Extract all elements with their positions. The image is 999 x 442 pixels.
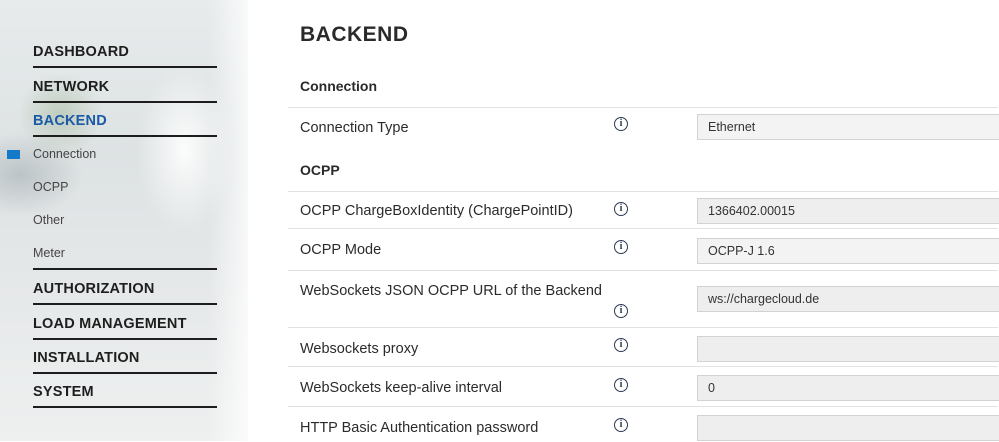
field-label: OCPP Mode (300, 242, 382, 258)
sidebar-subitem-meter[interactable]: Meter (33, 246, 65, 260)
connection-type-select[interactable]: Ethernet ⬍ (697, 114, 999, 140)
field-label: HTTP Basic Authentication password (300, 420, 539, 436)
http-basic-auth-password-input[interactable] (697, 415, 999, 441)
page-title: BACKEND (300, 23, 409, 46)
sidebar-item-installation[interactable]: INSTALLATION (33, 348, 217, 374)
websockets-proxy-input[interactable] (697, 336, 999, 362)
ocpp-mode-select[interactable]: OCPP-J 1.6 ⬍ (697, 238, 999, 264)
chargebox-identity-input[interactable]: 1366402.00015 (697, 198, 999, 224)
info-icon[interactable]: i (614, 117, 628, 131)
section-title-connection: Connection (300, 78, 377, 94)
form-row-websockets-url: WebSockets JSON OCPP URL of the Backend … (288, 270, 999, 328)
section-title-ocpp: OCPP (300, 162, 340, 178)
select-value: OCPP-J 1.6 (708, 244, 775, 258)
keepalive-interval-input[interactable]: 0 (697, 375, 999, 401)
info-icon[interactable]: i (614, 378, 628, 392)
sidebar: DASHBOARD NETWORK BACKEND Connection OCP… (0, 0, 248, 441)
sidebar-item-load-management[interactable]: LOAD MANAGEMENT (33, 314, 217, 340)
sidebar-subitem-ocpp[interactable]: OCPP (33, 180, 68, 194)
sidebar-item-network[interactable]: NETWORK (33, 77, 217, 103)
field-label: Websockets proxy (300, 341, 419, 357)
sidebar-item-authorization[interactable]: AUTHORIZATION (33, 279, 217, 305)
field-label: WebSockets keep-alive interval (300, 380, 503, 396)
info-icon[interactable]: i (614, 418, 628, 432)
websockets-url-input[interactable]: ws://chargecloud.de (697, 286, 999, 312)
form-row-chargebox-identity: OCPP ChargeBoxIdentity (ChargePointID) i… (288, 191, 999, 229)
info-icon[interactable]: i (614, 338, 628, 352)
select-value: Ethernet (708, 120, 756, 134)
sidebar-subitem-connection[interactable]: Connection (33, 147, 96, 161)
form-row-keepalive-interval: WebSockets keep-alive interval i 0 (288, 366, 999, 407)
sidebar-item-dashboard[interactable]: DASHBOARD (33, 42, 217, 68)
info-icon[interactable]: i (614, 202, 628, 216)
main-content: BACKEND Connection Connection Type i Eth… (248, 0, 999, 441)
form-row-ocpp-mode: OCPP Mode i OCPP-J 1.6 ⬍ (288, 228, 999, 271)
sidebar-item-backend[interactable]: BACKEND (33, 111, 217, 137)
sidebar-item-system[interactable]: SYSTEM (33, 382, 217, 408)
form-row-websockets-proxy: Websockets proxy i (288, 327, 999, 367)
active-subitem-marker (7, 150, 20, 159)
form-row-http-basic-auth-password: HTTP Basic Authentication password i (288, 406, 999, 442)
info-icon[interactable]: i (614, 240, 628, 254)
info-icon[interactable]: i (614, 304, 628, 318)
field-label: OCPP ChargeBoxIdentity (ChargePointID) (300, 203, 573, 219)
field-label: Connection Type (300, 120, 409, 136)
sidebar-subitem-other[interactable]: Other (33, 213, 64, 227)
form-row-connection-type: Connection Type i Ethernet ⬍ (288, 107, 999, 147)
sidebar-divider (33, 268, 217, 270)
field-label: WebSockets JSON OCPP URL of the Backend (300, 283, 602, 299)
